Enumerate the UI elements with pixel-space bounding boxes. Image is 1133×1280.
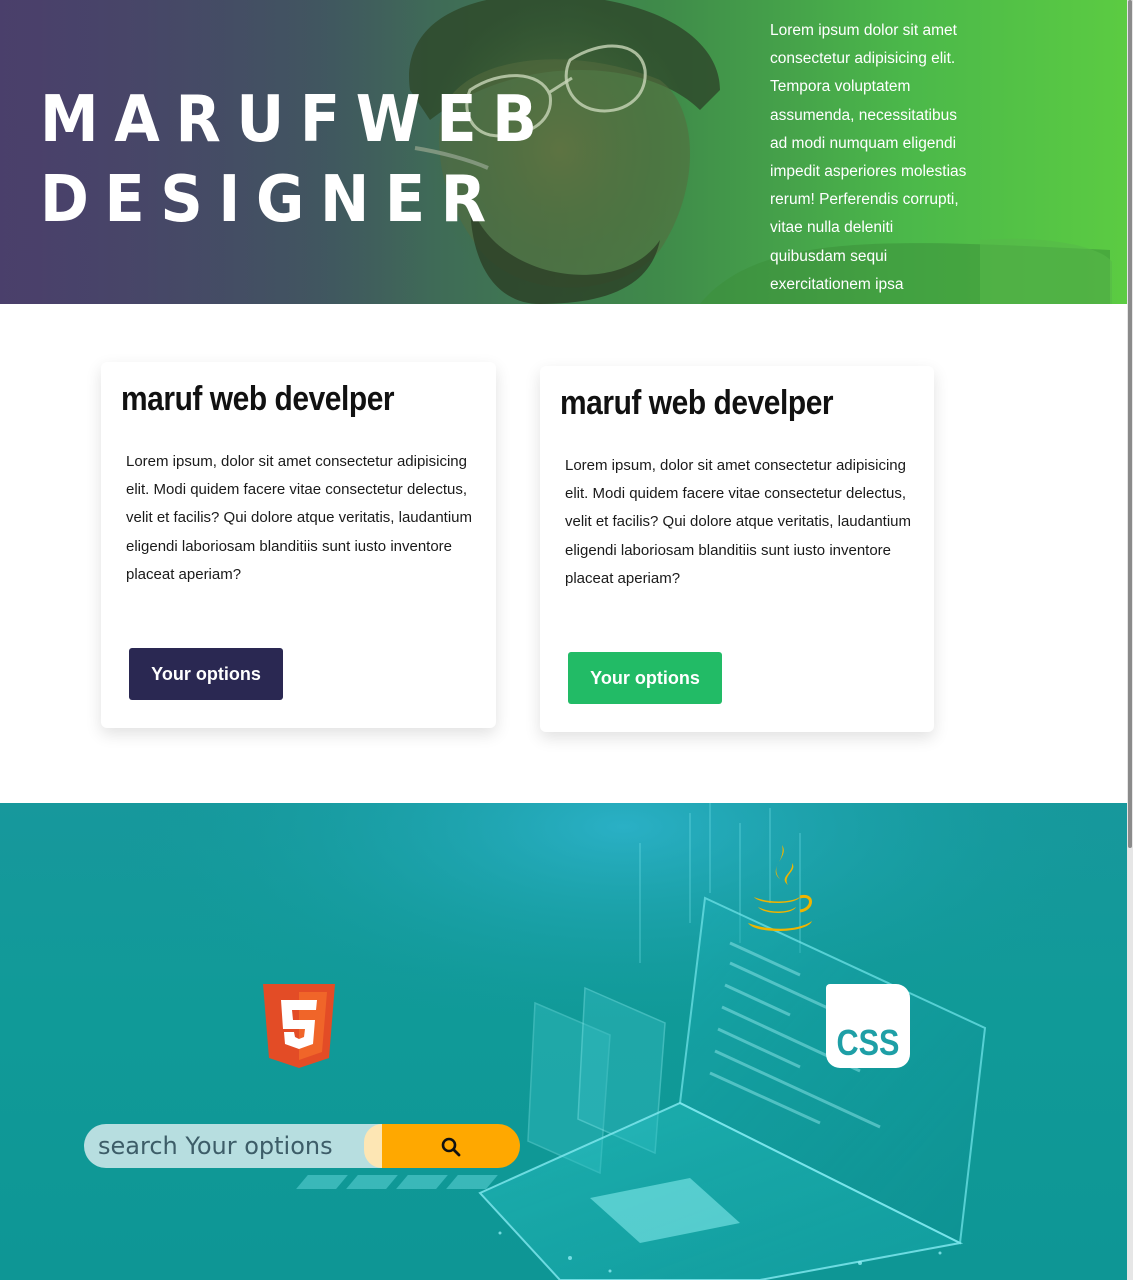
hero-title: MARUFWEB DESIGNER [40,80,553,240]
search-button[interactable] [382,1124,520,1168]
hero-title-line1: MARUFWEB [40,83,553,157]
scrollbar-thumb[interactable] [1128,0,1132,848]
card-body-text: Lorem ipsum, dolor sit amet consectetur … [126,453,473,583]
card-title: maruf web develper [560,384,834,422]
your-options-button[interactable]: Your options [129,648,283,700]
search-bar [84,1124,520,1168]
hero-description: Lorem ipsum dolor sit amet consectetur a… [770,22,967,293]
hero-title-line2: DESIGNER [40,163,502,237]
your-options-button[interactable]: Your options [568,652,722,704]
search-input[interactable] [84,1124,384,1168]
java-icon [748,845,812,932]
card-body-text: Lorem ipsum, dolor sit amet consectetur … [565,457,912,587]
laptop-illustration [0,803,1133,1280]
info-card-1: maruf web develper Lorem ipsum, dolor si… [101,362,496,728]
card-title: maruf web develper [121,380,395,418]
html5-icon [263,984,335,1068]
info-card-2: maruf web develper Lorem ipsum, dolor si… [540,366,934,732]
hero-banner: MARUFWEB DESIGNER Lorem ipsum dolor sit … [0,0,1133,304]
tech-section: CSS [0,803,1133,1280]
search-icon [441,1137,461,1157]
css-icon-label: CSS [836,1022,900,1063]
css-icon: CSS [826,984,910,1068]
